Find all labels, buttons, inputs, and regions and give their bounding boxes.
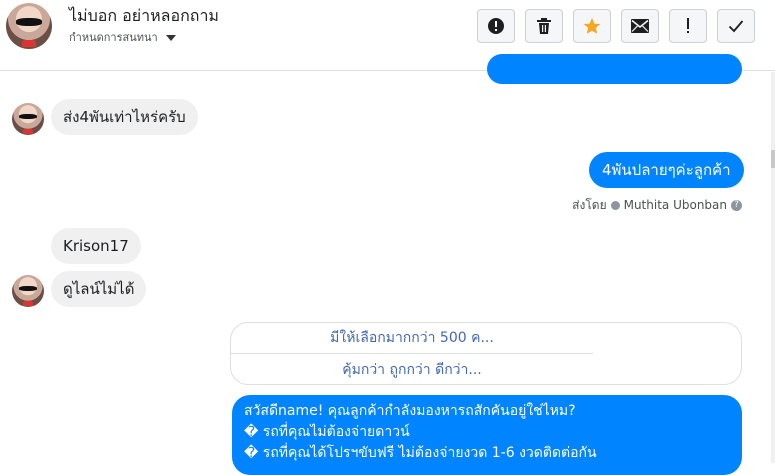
star-button[interactable] bbox=[573, 9, 611, 43]
sent-by-label: ส่งโดย bbox=[572, 198, 607, 212]
help-icon[interactable]: ? bbox=[731, 200, 742, 211]
done-button[interactable] bbox=[717, 9, 755, 43]
outgoing-message: 4พันปลายๆค่ะลูกค้า bbox=[589, 152, 744, 188]
checkmark-icon bbox=[728, 20, 744, 33]
avatar-glasses-shape bbox=[16, 18, 42, 26]
avatar-glasses-shape bbox=[19, 285, 37, 291]
incoming-message: ส่ง4พันเท่าไหร่ครับ bbox=[51, 99, 198, 135]
card-divider bbox=[231, 353, 593, 354]
verified-check-icon bbox=[610, 201, 620, 210]
exclamation-icon bbox=[687, 18, 689, 33]
sender-avatar[interactable] bbox=[12, 103, 44, 135]
quick-reply-option[interactable]: มีให้เลือกมากกว่า 500 ค... bbox=[231, 327, 593, 349]
avatar-glasses-shape bbox=[19, 113, 37, 119]
previous-outgoing-bubble bbox=[487, 54, 742, 84]
assign-conversation-dropdown[interactable]: กำหนดการสนทนา bbox=[69, 28, 176, 46]
incoming-message: Krison17 bbox=[51, 228, 141, 264]
delete-button[interactable] bbox=[525, 9, 563, 43]
avatar-shirt-shape bbox=[22, 39, 36, 48]
scrollbar-thumb[interactable] bbox=[771, 150, 775, 168]
assign-conversation-label: กำหนดการสนทนา bbox=[69, 31, 158, 44]
promo-line: � รถที่คุณไม่ต้องจ่ายดาวน์ bbox=[244, 424, 410, 440]
report-spam-button[interactable] bbox=[477, 9, 515, 43]
follow-up-button[interactable] bbox=[669, 9, 707, 43]
incoming-message: ดูไลน์ไม่ได้ bbox=[51, 271, 147, 307]
caret-down-icon bbox=[165, 35, 176, 41]
alert-circle-icon bbox=[488, 18, 504, 34]
avatar-shirt-shape bbox=[23, 128, 33, 134]
envelope-icon bbox=[631, 19, 649, 33]
star-icon bbox=[583, 18, 601, 34]
quick-reply-card: มีให้เลือกมากกว่า 500 ค... คุ้มกว่า ถูกก… bbox=[230, 322, 742, 385]
sent-by-name[interactable]: Muthita Ubonban bbox=[624, 198, 727, 212]
sender-avatar[interactable] bbox=[12, 275, 44, 307]
contact-name: ไม่บอก อย่าหลอกถาม bbox=[69, 6, 219, 25]
avatar-shirt-shape bbox=[23, 300, 33, 306]
quick-reply-option[interactable]: คุ้มกว่า ถูกกว่า ดีกว่า... bbox=[231, 359, 593, 381]
message-scrollbar[interactable] bbox=[771, 72, 775, 463]
promo-message: สวัสดีname! คุณลูกค้ากำลังมองหารถสักคันอ… bbox=[232, 395, 742, 475]
mail-button[interactable] bbox=[621, 9, 659, 43]
promo-line: � รถที่คุณได้โปรฯขับฟรี ไม่ต้องจ่ายงวด 1… bbox=[244, 445, 597, 461]
promo-line: สวัสดีname! คุณลูกค้ากำลังมองหารถสักคันอ… bbox=[244, 403, 576, 419]
sent-by-line: ส่งโดย Muthita Ubonban? bbox=[572, 196, 742, 215]
trash-icon bbox=[537, 18, 551, 34]
contact-avatar[interactable] bbox=[6, 3, 52, 49]
